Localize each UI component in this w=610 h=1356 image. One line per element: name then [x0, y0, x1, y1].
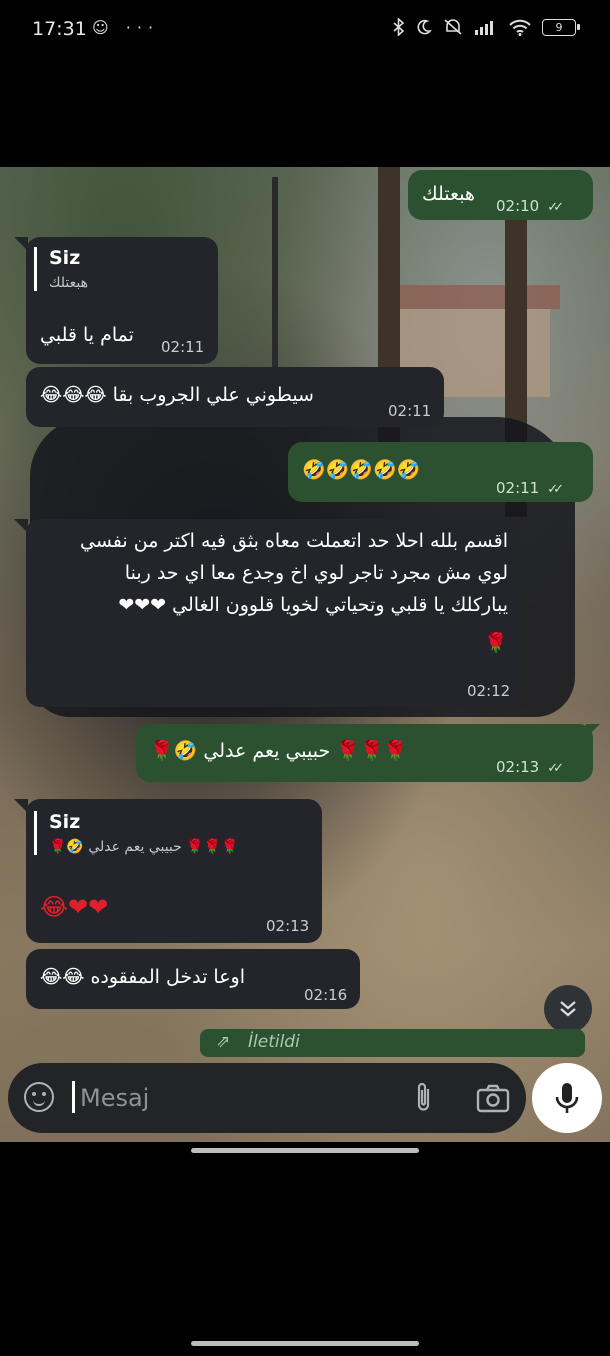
- status-right-icons: 9: [393, 18, 580, 36]
- battery-level: 9: [555, 20, 563, 34]
- chat-area[interactable]: هبعتلك 02:10 ✓✓ Siz هبعتلك تمام يا قلبي 0…: [0, 167, 610, 1142]
- status-time: 17:31: [32, 18, 87, 40]
- message-text-line: لوي مش مجرد تاجر لوي اخ وجدع معا اي حد ر…: [124, 562, 508, 584]
- mute-icon: [444, 19, 462, 35]
- double-check-icon: ✓✓: [547, 761, 564, 776]
- message-time: 02:11: [161, 338, 205, 356]
- reply-sender-name: Siz: [49, 811, 81, 833]
- double-check-icon: ✓✓: [547, 200, 564, 215]
- gesture-bar: [191, 1341, 419, 1346]
- bubble-tail: [14, 519, 28, 533]
- moon-icon: [417, 19, 432, 35]
- reply-quote[interactable]: Siz 🌹🌹🌹 حبيبي يعم عدلي 🤣🌹: [34, 811, 319, 855]
- voice-record-button[interactable]: [532, 1063, 602, 1133]
- message-text: تمام يا قلبي: [40, 324, 134, 346]
- gesture-bar: [191, 1148, 419, 1153]
- forward-arrow-icon: ⇗: [216, 1032, 231, 1052]
- double-check-icon: ✓✓: [547, 482, 564, 497]
- message-time: 02:10 ✓✓: [496, 197, 564, 215]
- reply-quoted-text: هبعتلك: [49, 275, 89, 291]
- camera-icon[interactable]: [476, 1083, 510, 1113]
- message-time: 02:11 ✓✓: [496, 479, 564, 497]
- message-bubble-incoming[interactable]: اوعا تدخل المفقوده 😂😂 02:16: [26, 949, 360, 1009]
- message-time: 02:13 ✓✓: [496, 758, 564, 776]
- status-bar: 17:31 ☺ ··· 9: [0, 0, 610, 60]
- battery-icon: 9: [542, 18, 580, 36]
- text-cursor: [72, 1081, 75, 1113]
- scroll-to-bottom-button[interactable]: [544, 985, 592, 1033]
- message-text: هبعتلك: [422, 183, 475, 205]
- message-time: 02:16: [304, 986, 348, 1004]
- message-time: 02:11: [388, 402, 432, 420]
- forwarded-preview[interactable]: ⇗ İletildi: [200, 1029, 585, 1057]
- reply-quote[interactable]: Siz هبعتلك: [34, 247, 209, 291]
- message-bubble-incoming[interactable]: Siz هبعتلك تمام يا قلبي 02:11: [26, 237, 218, 364]
- message-bubble-outgoing[interactable]: 🤣🤣🤣🤣🤣 02:11 ✓✓: [288, 442, 593, 502]
- reply-sender-name: Siz: [49, 247, 81, 269]
- message-time: 02:13: [266, 917, 310, 935]
- message-text: 🤣🤣🤣🤣🤣: [302, 459, 421, 481]
- message-bubble-outgoing[interactable]: 🌹🌹🌹 حبيبي يعم عدلي 🤣🌹 02:13 ✓✓: [136, 724, 593, 782]
- message-bubble-incoming[interactable]: اقسم بلله احلا حد اتعملت معاه بثق فيه اك…: [26, 519, 522, 707]
- message-bubble-incoming[interactable]: Siz 🌹🌹🌹 حبيبي يعم عدلي 🤣🌹 ❤❤😂 02:13: [26, 799, 322, 943]
- message-input[interactable]: [78, 1079, 382, 1117]
- message-bubble-outgoing[interactable]: هبعتلك 02:10 ✓✓: [408, 170, 593, 220]
- signal-icon: [475, 21, 493, 35]
- status-notification-icons: ☺ ···: [92, 18, 160, 37]
- emoji-icon[interactable]: [24, 1082, 54, 1112]
- bluetooth-icon: [393, 18, 405, 36]
- message-composer[interactable]: [8, 1063, 526, 1133]
- message-text: سيطوني علي الجروب بقا 😂😂😂: [40, 384, 314, 406]
- message-bubble-incoming[interactable]: سيطوني علي الجروب بقا 😂😂😂 02:11: [26, 367, 444, 427]
- bubble-tail: [586, 724, 600, 738]
- microphone-icon: [555, 1083, 579, 1113]
- message-text-line: اقسم بلله احلا حد اتعملت معاه بثق فيه اك…: [80, 530, 508, 552]
- message-time: 02:12: [467, 682, 511, 700]
- chevron-double-down-icon: [560, 1001, 576, 1017]
- bubble-tail: [14, 237, 28, 251]
- wifi-icon: [509, 19, 531, 36]
- message-text-line: 🌹: [484, 632, 508, 654]
- forwarded-label: İletildi: [248, 1032, 300, 1052]
- paperclip-icon[interactable]: [412, 1081, 436, 1113]
- message-text: اوعا تدخل المفقوده 😂😂: [40, 966, 246, 988]
- message-text: ❤❤😂: [40, 893, 109, 921]
- message-text: 🌹🌹🌹 حبيبي يعم عدلي 🤣🌹: [150, 740, 408, 762]
- wallpaper-lamp-pole: [272, 177, 278, 377]
- bubble-tail: [14, 799, 28, 813]
- reply-quoted-text: 🌹🌹🌹 حبيبي يعم عدلي 🤣🌹: [49, 839, 239, 855]
- message-text-line: يباركلك يا قلبي وتحياتي لخويا قلوون الغا…: [118, 594, 508, 616]
